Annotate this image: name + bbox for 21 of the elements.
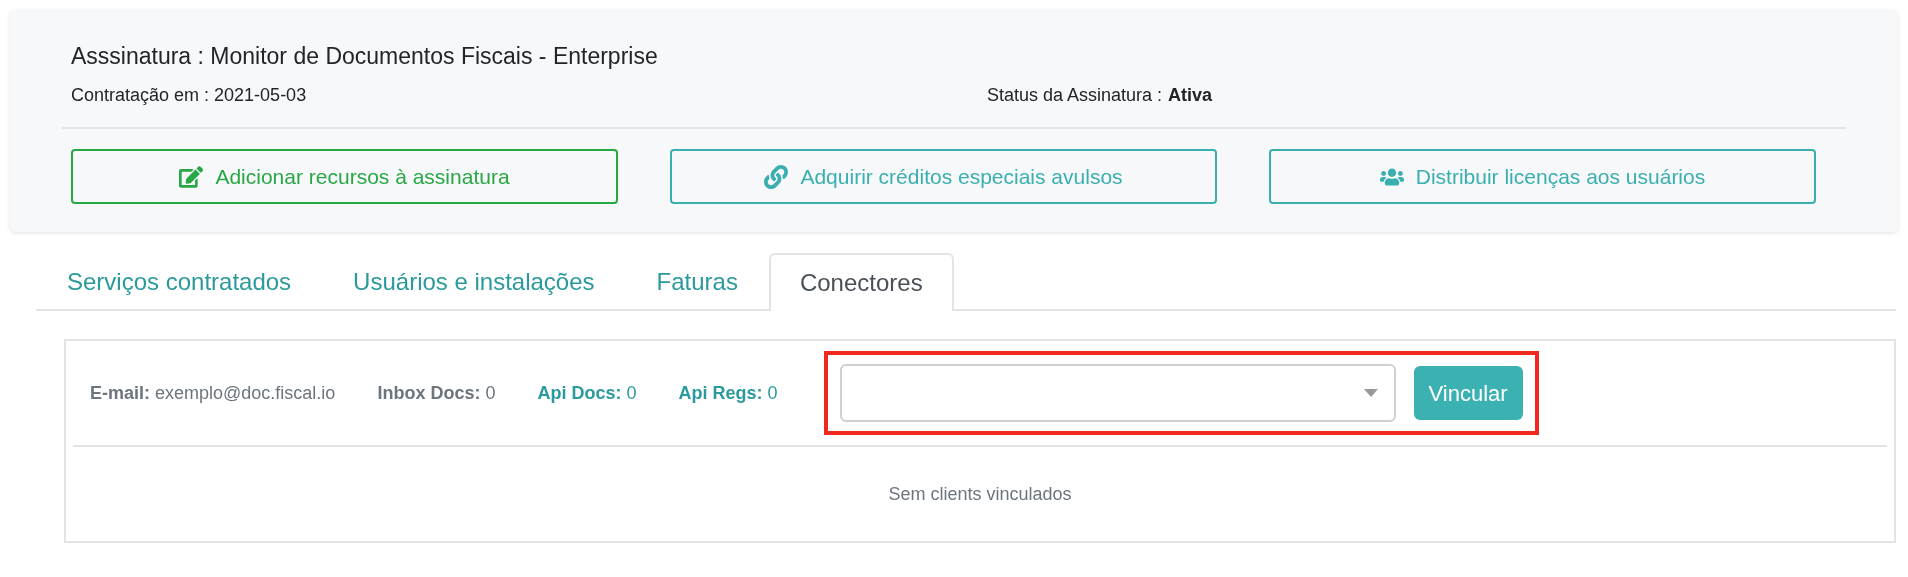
tab[interactable]: Usuários e instalações <box>322 253 626 311</box>
connector-stat: Api Regs: 0 <box>678 381 778 405</box>
tab[interactable]: Conectores <box>768 253 954 311</box>
subscription-title: Asssinatura : Monitor de Documentos Fiscais - Enterprise <box>71 42 659 71</box>
action-button[interactable]: Adicionar recursos à assinatura <box>71 149 618 204</box>
connector-stat: E-mail: exemplo@doc.fiscal.io <box>90 381 336 405</box>
edit-icon <box>179 164 204 189</box>
hire-date: Contratação em : 2021-05-03 <box>71 84 308 107</box>
action-button[interactable]: Distribuir licenças aos usuários <box>1269 149 1816 204</box>
tab[interactable]: Serviços contratados <box>36 253 323 311</box>
status-label: Status da Assinatura : <box>987 84 1163 107</box>
connector-stat: Api Docs: 0 <box>537 381 637 405</box>
status-value: Ativa <box>1168 84 1213 107</box>
empty-message: Sem clients vinculados <box>887 483 1073 506</box>
caret-icon <box>1363 389 1378 397</box>
action-button[interactable]: Adquirir créditos especiais avulsos <box>670 149 1217 204</box>
link-icon <box>764 164 789 189</box>
connector-stat: Inbox Docs: 0 <box>377 381 496 405</box>
tab[interactable]: Faturas <box>625 253 769 311</box>
link-button[interactable]: Vincular <box>1413 366 1523 420</box>
client-select[interactable] <box>839 364 1396 422</box>
